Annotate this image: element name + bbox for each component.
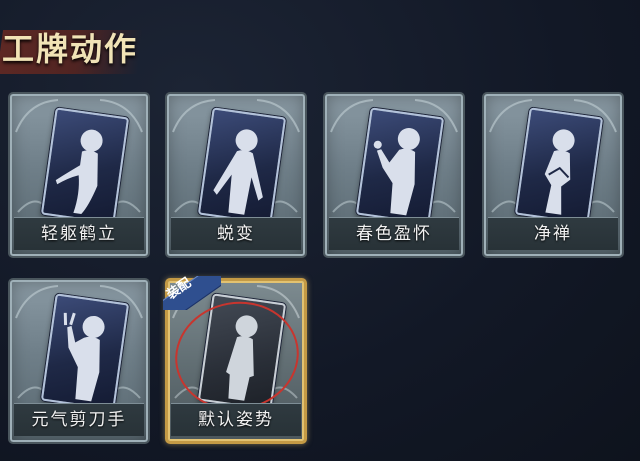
silhouette-flower-icon <box>373 127 420 216</box>
silhouette-zen-icon <box>544 129 575 215</box>
pose-label: 轻躯鹤立 <box>41 224 117 244</box>
pose-label: 春色盈怀 <box>356 224 432 244</box>
silhouette-open-arms-icon <box>213 129 263 215</box>
pose-card-default[interactable]: 装配 默认姿势 <box>163 276 308 444</box>
pose-portrait <box>40 293 130 411</box>
pose-label: 默认姿势 <box>198 410 274 430</box>
pose-label: 蜕变 <box>217 224 255 244</box>
equipped-badge: 装配 <box>163 276 221 310</box>
pose-card-transform[interactable]: 蜕变 <box>165 92 307 258</box>
pose-card-spring[interactable]: 春色盈怀 <box>323 92 465 258</box>
section-header: 工牌动作 <box>0 10 150 78</box>
pose-label: 净禅 <box>534 224 572 244</box>
pose-card-zen[interactable]: 净禅 <box>482 92 624 258</box>
silhouette-peace-sign-icon <box>63 312 105 402</box>
pose-card-peace[interactable]: 元气剪刀手 <box>8 278 150 444</box>
pose-card-crane[interactable]: 轻躯鹤立 <box>8 92 150 258</box>
pose-label: 元气剪刀手 <box>31 410 127 430</box>
silhouette-crane-icon <box>55 129 103 214</box>
section-title: 工牌动作 <box>2 30 139 68</box>
pose-portrait <box>514 107 604 225</box>
pose-portrait <box>355 107 445 225</box>
pose-portrait <box>197 107 287 225</box>
pose-portrait <box>40 107 130 225</box>
